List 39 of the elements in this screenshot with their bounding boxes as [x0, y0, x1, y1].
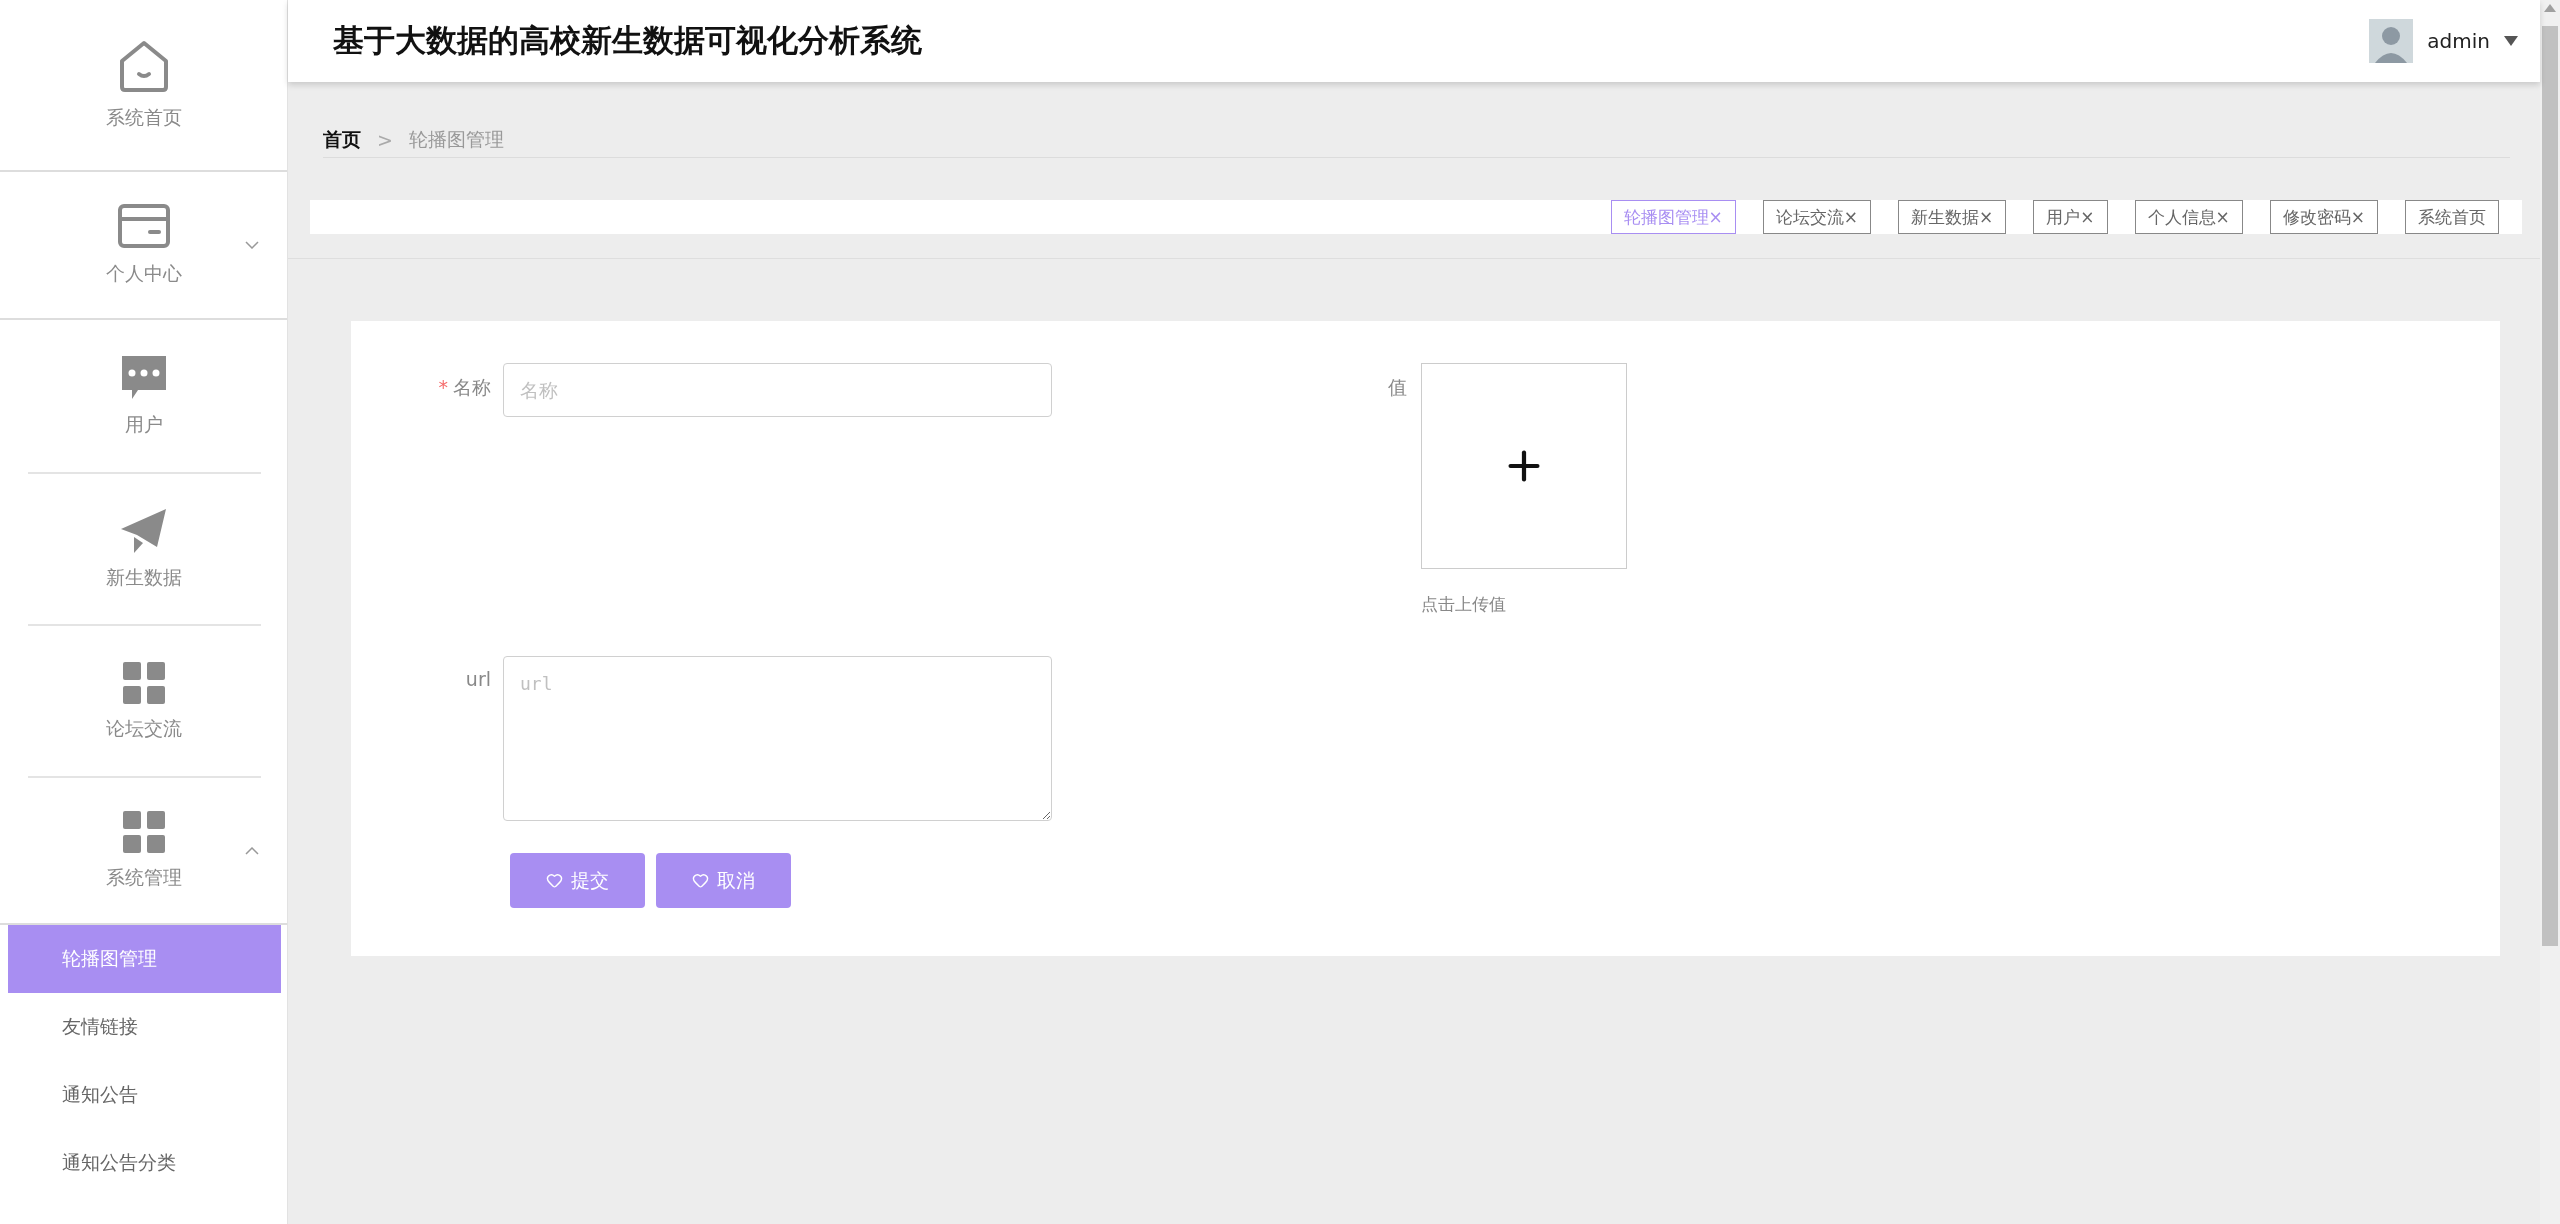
upload-box[interactable] — [1421, 363, 1627, 569]
chevron-up-icon — [245, 846, 259, 855]
heart-icon — [546, 872, 563, 889]
name-input-field[interactable]: 名称 — [503, 363, 1052, 417]
sidebar-item[interactable]: 新生数据 — [0, 474, 287, 626]
submenu-item[interactable]: 通知公告分类 — [8, 1129, 281, 1197]
breadcrumb-separator: > — [377, 128, 393, 151]
field-label: url — [464, 667, 491, 690]
page-tab[interactable]: 系统首页 — [2405, 200, 2499, 234]
card-icon — [116, 203, 171, 249]
page-tab[interactable]: 个人信息× — [2134, 200, 2243, 234]
page-tab[interactable]: 修改密码× — [2269, 200, 2378, 234]
app-title: 基于大数据的高校新生数据可视化分析系统 — [333, 21, 922, 60]
chevron-down-icon — [245, 241, 259, 249]
grid-icon — [122, 662, 165, 704]
sidebar-item[interactable]: 用户 — [0, 320, 287, 474]
chat-icon — [121, 356, 166, 400]
scroll-up-arrow-icon[interactable] — [2544, 4, 2556, 12]
page-tab[interactable]: 用户× — [2033, 200, 2108, 234]
breadcrumb-item: 轮播图管理 — [408, 126, 504, 152]
upload-hint: 点击上传值 — [1421, 593, 1507, 616]
breadcrumb-item[interactable]: 首页 — [323, 126, 361, 153]
sidebar-item[interactable]: 系统首页 — [0, 0, 287, 172]
avatar-icon[interactable] — [2369, 19, 2414, 63]
field-label: 值 — [1387, 375, 1407, 400]
heart-icon — [692, 872, 709, 889]
sidebar-item[interactable]: 个人中心 — [0, 172, 287, 320]
field-label: * 名称 — [437, 375, 491, 400]
url-text-area[interactable]: url — [503, 656, 1052, 821]
submenu-item[interactable]: 友情链接 — [8, 993, 281, 1061]
required-mark: * — [438, 376, 448, 398]
grid-icon — [122, 810, 165, 853]
page-tab[interactable]: 论坛交流× — [1762, 200, 1871, 234]
user-name[interactable]: admin — [2427, 29, 2490, 53]
page-tab[interactable]: 新生数据× — [1898, 200, 2007, 234]
dropdown-caret-icon[interactable] — [2504, 36, 2518, 46]
submenu-item[interactable]: 通知公告 — [8, 1061, 281, 1129]
sidebar-item[interactable]: 论坛交流 — [0, 626, 287, 778]
paper-plane-icon — [120, 509, 167, 553]
